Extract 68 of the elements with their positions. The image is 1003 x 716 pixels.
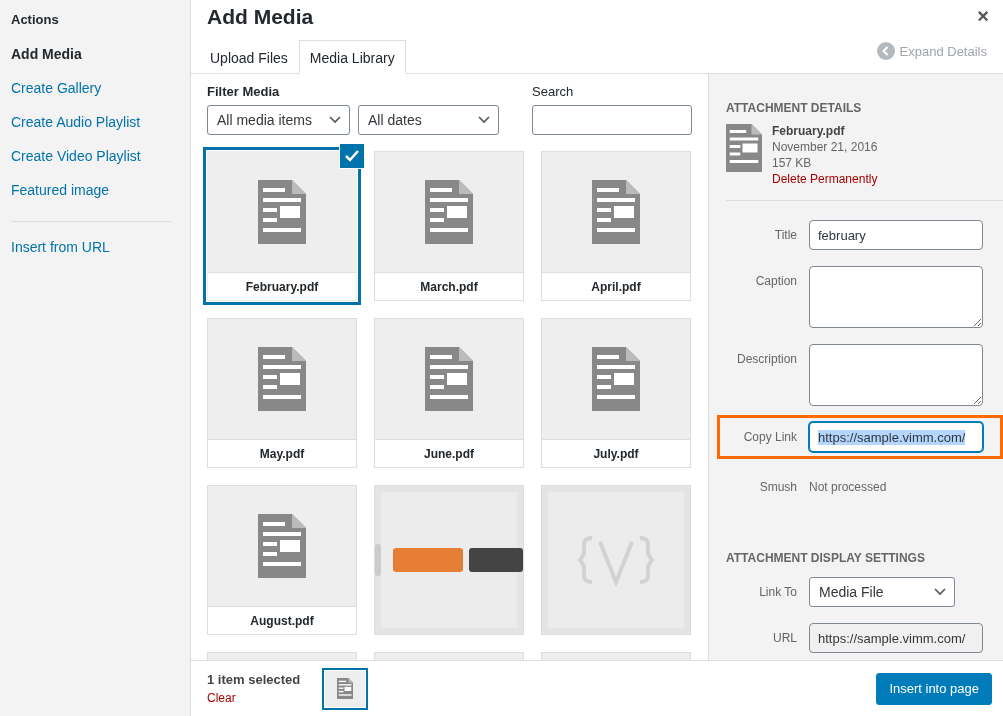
- document-icon: [258, 346, 306, 411]
- selection-count: 1 item selected: [207, 672, 301, 687]
- file-name: August.pdf: [208, 606, 356, 634]
- document-icon: [592, 179, 640, 244]
- document-icon: [425, 179, 473, 244]
- field-label: Link To: [758, 584, 797, 599]
- input-field[interactable]: february: [809, 220, 983, 250]
- file-name: March.pdf: [375, 272, 523, 300]
- document-icon: [592, 346, 640, 411]
- arrow-left-circle-icon: [876, 42, 895, 60]
- field-label: Title: [773, 227, 797, 242]
- search-field[interactable]: [532, 105, 692, 135]
- input-field[interactable]: https://sample.vimm.com/: [809, 422, 983, 452]
- tab[interactable]: Media Library: [298, 40, 406, 74]
- sidebar-item[interactable]: Featured image: [11, 173, 110, 207]
- sidebar-heading: Actions: [11, 12, 60, 27]
- field-label: Description: [735, 351, 797, 366]
- field-label: Smush: [758, 479, 797, 494]
- media-tile[interactable]: June.pdf: [374, 318, 524, 468]
- document-icon: [258, 513, 306, 578]
- text-area[interactable]: [809, 266, 983, 328]
- document-icon: [258, 179, 306, 244]
- media-tile[interactable]: April.pdf: [541, 151, 691, 301]
- clear-link[interactable]: Clear: [207, 691, 301, 705]
- sidebar-item[interactable]: Create Gallery: [11, 71, 102, 105]
- document-icon: [337, 677, 354, 700]
- search-label: Search: [532, 84, 575, 99]
- insert-button[interactable]: Insert into page: [876, 672, 992, 705]
- chevron-down-icon: [478, 116, 490, 124]
- upload-date: November 21, 2016: [772, 140, 878, 154]
- media-type-select[interactable]: All media items: [207, 105, 350, 135]
- filter-label: Filter Media: [207, 84, 281, 99]
- sidebar-item[interactable]: Insert from URL: [11, 230, 110, 264]
- section-heading: ATTACHMENT DETAILS: [726, 101, 863, 115]
- media-tile[interactable]: August.pdf: [207, 485, 357, 635]
- field-label: URL: [772, 630, 797, 645]
- sidebar-item[interactable]: Create Audio Playlist: [11, 105, 141, 139]
- file-name: July.pdf: [542, 439, 690, 467]
- url-field[interactable]: https://sample.vimm.com/: [809, 623, 983, 653]
- media-tile[interactable]: July.pdf: [541, 318, 691, 468]
- media-tile[interactable]: March.pdf: [374, 151, 524, 301]
- document-icon: [425, 346, 473, 411]
- date-select[interactable]: All dates: [358, 105, 499, 135]
- file-name: May.pdf: [208, 439, 356, 467]
- text-area[interactable]: [809, 344, 983, 406]
- close-button[interactable]: ×: [977, 5, 989, 28]
- tab[interactable]: Upload Files: [199, 40, 299, 74]
- media-tile[interactable]: May.pdf: [207, 318, 357, 468]
- file-name: April.pdf: [542, 272, 690, 300]
- section-heading: ATTACHMENT DISPLAY SETTINGS: [726, 551, 926, 565]
- field-label: Copy Link: [742, 429, 797, 444]
- file-size: 157 KB: [772, 156, 813, 170]
- file-name: February.pdf: [208, 272, 356, 300]
- document-icon: [726, 124, 762, 172]
- field-value: Not processed: [809, 479, 887, 494]
- link-to-select[interactable]: Media File: [809, 577, 955, 607]
- sidebar-item[interactable]: Add Media: [11, 37, 82, 71]
- check-button[interactable]: [340, 144, 364, 168]
- chevron-down-icon: [934, 588, 946, 596]
- delete-link[interactable]: Delete Permanently: [772, 172, 878, 186]
- chevron-down-icon: [329, 116, 341, 124]
- checkmark-icon: [345, 150, 359, 162]
- selected-thumbnail[interactable]: [322, 667, 369, 710]
- field-label: Caption: [754, 273, 797, 288]
- attachment-name: February.pdf: [772, 124, 846, 138]
- file-name: June.pdf: [375, 439, 523, 467]
- sidebar-item[interactable]: Create Video Playlist: [11, 139, 141, 173]
- window-title: Add Media: [207, 5, 314, 29]
